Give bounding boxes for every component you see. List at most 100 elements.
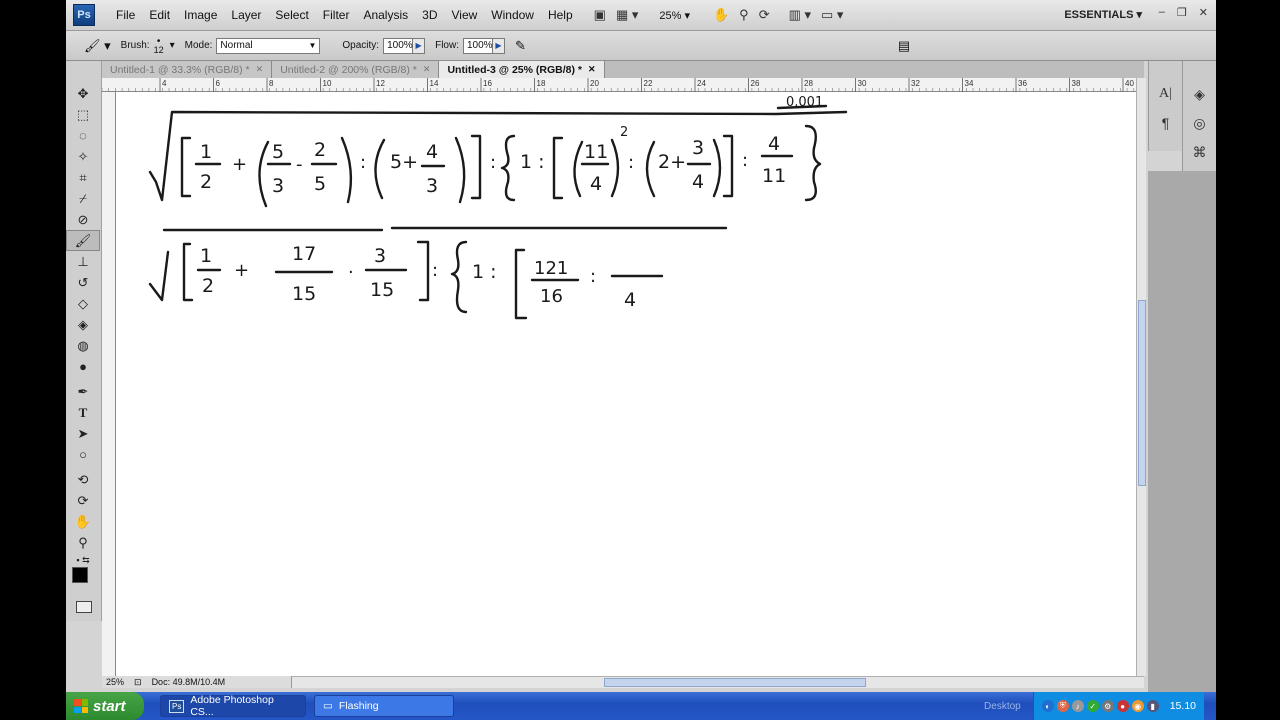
frac2-num: 5 (272, 141, 284, 163)
taskbar-flashing[interactable]: ▭ Flashing (314, 695, 454, 717)
history-brush-tool-icon[interactable]: ↺ (66, 272, 100, 293)
device-icon[interactable]: ▮ (1146, 700, 1159, 712)
vertical-scroll-thumb[interactable] (1138, 300, 1146, 486)
minibridge-icon[interactable]: ▦ ▾ (616, 7, 638, 23)
channels-panel-icon[interactable]: ◎ (1185, 110, 1215, 136)
workspace-switcher[interactable]: ESSENTIALS ▾ (1064, 8, 1142, 21)
system-tray: Desktop ◐ ⛨ ♪ ✓ ⚙ ● ◉ ▮ 15.10 (954, 692, 1216, 720)
3d-rotate-tool-icon[interactable]: ⟲ (66, 469, 100, 490)
type-tool-icon[interactable]: T (66, 402, 100, 423)
horizontal-scroll-thumb[interactable] (604, 678, 866, 687)
menu-3d[interactable]: 3D (415, 8, 444, 22)
marquee-tool-icon[interactable]: ⬚ (66, 104, 100, 125)
quick-mask-icon[interactable] (76, 601, 92, 613)
network-icon[interactable]: ◐ (1041, 700, 1054, 712)
security-check-icon[interactable]: ✓ (1086, 700, 1099, 712)
menu-file[interactable]: File (109, 8, 142, 22)
volume-icon[interactable]: ♪ (1071, 700, 1084, 712)
vertical-scrollbar[interactable] (1136, 78, 1146, 676)
horizontal-ruler[interactable]: 4 6 8 10 12 14 16 18 20 22 24 26 28 30 32 34 36 38 40 (101, 78, 1144, 92)
paint-bucket-tool-icon[interactable]: ◈ (66, 314, 100, 335)
zoom-tool-icon[interactable]: ⚲ (66, 532, 100, 553)
restore-icon[interactable]: ❐ (1177, 6, 1187, 19)
flow-slider-button[interactable]: ▶ (493, 37, 505, 54)
document-canvas[interactable]: 0,001 1 2 + 5 3 - 2 5 : 5+ 4 3 : 1 : 11 … (116, 92, 1136, 676)
character-panel-icon[interactable]: A| (1151, 81, 1181, 107)
arrange-documents-icon[interactable]: ▥ ▾ (789, 7, 811, 23)
opacity-input[interactable]: 100% (383, 37, 414, 54)
status-info-icon[interactable]: ⊡ (134, 677, 142, 688)
paths-panel-icon[interactable]: ⌘ (1185, 139, 1215, 165)
mode-select[interactable]: Normal ▼ (216, 37, 321, 54)
notification-area: ◐ ⛨ ♪ ✓ ⚙ ● ◉ ▮ 15.10 (1032, 692, 1204, 720)
zoom-tool-icon[interactable]: ⚲ (739, 7, 749, 23)
settings-icon[interactable]: ⚙ (1101, 700, 1114, 712)
close-icon[interactable]: ✕ (256, 64, 264, 75)
tab-label: Untitled-1 @ 33.3% (RGB/8) * (110, 63, 250, 76)
brush-panel-icon[interactable]: ▤ (898, 38, 910, 54)
clone-stamp-tool-icon[interactable]: ⊥ (66, 251, 100, 272)
3d-orbit-tool-icon[interactable]: ⟳ (66, 490, 100, 511)
brush-tool-icon[interactable]: 🖌 (66, 230, 100, 251)
tab-label: Untitled-2 @ 200% (RGB/8) * (280, 63, 417, 76)
hand-tool-icon[interactable]: ✋ (66, 511, 100, 532)
menu-image[interactable]: Image (177, 8, 224, 22)
menu-filter[interactable]: Filter (316, 8, 357, 22)
path-selection-tool-icon[interactable]: ➤ (66, 423, 100, 444)
start-button[interactable]: start (66, 692, 144, 720)
close-icon[interactable]: ✕ (423, 64, 431, 75)
photoshop-logo[interactable]: Ps (73, 4, 95, 26)
zoom-dropdown[interactable]: 25% ▾ (659, 9, 690, 22)
healing-brush-tool-icon[interactable]: ⊘ (66, 209, 100, 230)
foreground-color-swatch[interactable] (72, 567, 88, 583)
tab-untitled-3[interactable]: Untitled-3 @ 25% (RGB/8) * ✕ (439, 61, 605, 78)
frac1-num: 1 (200, 141, 212, 163)
brush-tool-preset-icon[interactable]: 🖌 ▾ (84, 38, 111, 54)
ruler-label: 22 (644, 79, 653, 88)
close-icon[interactable]: ✕ (1199, 6, 1208, 19)
antivirus-icon[interactable]: ● (1116, 700, 1129, 712)
taskbar-photoshop[interactable]: Ps Adobe Photoshop CS... (160, 694, 306, 718)
tab-untitled-2[interactable]: Untitled-2 @ 200% (RGB/8) * ✕ (272, 61, 440, 78)
menu-layer[interactable]: Layer (224, 8, 268, 22)
vertical-ruler[interactable] (102, 92, 116, 676)
move-tool-icon[interactable]: ✥ (66, 83, 100, 104)
ellipse-tool-icon[interactable]: ○ (66, 444, 100, 465)
r2-dot: · (348, 262, 354, 283)
menu-select[interactable]: Select (268, 8, 315, 22)
dodge-tool-icon[interactable]: ● (66, 356, 100, 377)
layers-panel-icon[interactable]: ◈ (1185, 81, 1215, 107)
flow-input[interactable]: 100% (463, 37, 493, 54)
brush-preset-picker[interactable]: • 12 (154, 36, 164, 55)
menu-window[interactable]: Window (484, 8, 541, 22)
close-icon[interactable]: ✕ (588, 64, 596, 75)
workspace-label: ESSENTIALS (1064, 9, 1134, 21)
shield-icon[interactable]: ⛨ (1056, 700, 1069, 712)
menu-analysis[interactable]: Analysis (356, 8, 415, 22)
menu-help[interactable]: Help (541, 8, 580, 22)
desktop-toolbar-label[interactable]: Desktop (984, 701, 1021, 712)
lasso-tool-icon[interactable]: ◌ (66, 125, 100, 146)
blur-tool-icon[interactable]: ◍ (66, 335, 100, 356)
pen-tool-icon[interactable]: ✒ (66, 381, 100, 402)
minimize-icon[interactable]: – (1159, 6, 1165, 19)
default-colors-icon[interactable]: ▪ ⇆ (66, 553, 100, 567)
menu-view[interactable]: View (444, 8, 484, 22)
taskbar-clock[interactable]: 15.10 (1170, 700, 1196, 712)
rotate-view-icon[interactable]: ⟳ (759, 7, 770, 23)
tab-untitled-1[interactable]: Untitled-1 @ 33.3% (RGB/8) * ✕ (102, 61, 273, 78)
eraser-tool-icon[interactable]: ◇ (66, 293, 100, 314)
status-zoom[interactable]: 25% (106, 677, 124, 687)
hand-tool-icon[interactable]: ✋ (713, 7, 729, 23)
menu-edit[interactable]: Edit (142, 8, 177, 22)
screen-mode-icon[interactable]: ▭ ▾ (821, 7, 843, 23)
quick-selection-tool-icon[interactable]: ✧ (66, 146, 100, 167)
brush-dropdown-icon[interactable]: ▾ (170, 40, 175, 51)
crop-tool-icon[interactable]: ⌗ (66, 167, 100, 188)
airbrush-icon[interactable]: ✎ (515, 38, 526, 54)
opacity-slider-button[interactable]: ▶ (413, 37, 426, 54)
paragraph-panel-icon[interactable]: ¶ (1151, 110, 1181, 136)
status-icon[interactable]: ◉ (1131, 700, 1144, 712)
eyedropper-tool-icon[interactable]: ⌿ (66, 188, 100, 209)
bridge-icon[interactable]: ▣ (594, 7, 606, 23)
